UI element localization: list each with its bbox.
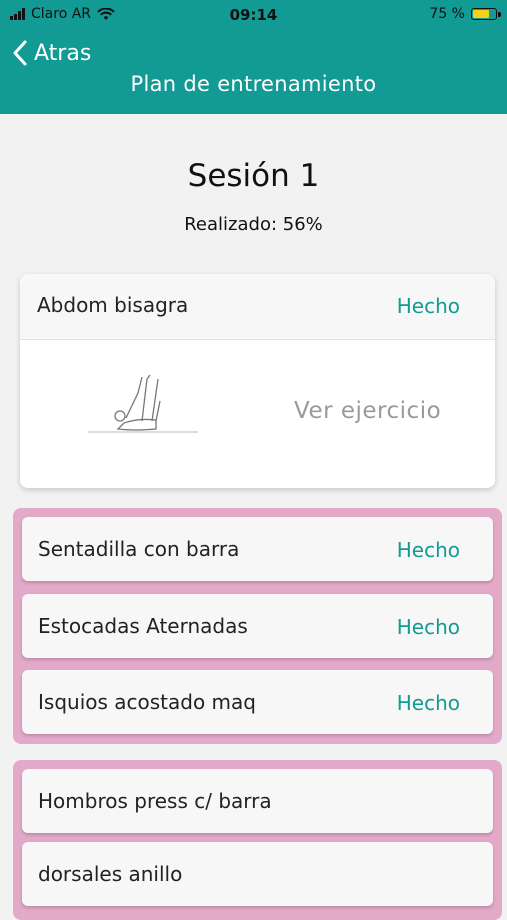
exercise-name: Abdom bisagra: [37, 293, 189, 317]
page-title: Plan de entrenamiento: [130, 72, 377, 96]
progress-label: Realizado: 56%: [184, 214, 323, 235]
done-status: Hecho: [396, 538, 460, 562]
session-title: Sesión 1: [187, 158, 320, 194]
battery-percent: 75 %: [429, 6, 465, 22]
status-right: 75 %: [429, 6, 501, 22]
list-item[interactable]: Hombros press c/ barra: [22, 769, 493, 833]
status-bar: Claro AR 09:14 75 %: [0, 0, 507, 32]
list-item[interactable]: Isquios acostado maq Hecho: [22, 670, 493, 734]
list-item[interactable]: Estocadas Aternadas Hecho: [22, 594, 493, 658]
done-status: Hecho: [396, 294, 460, 318]
exercise-card: Abdom bisagra Hecho Ver ejercicio: [20, 274, 495, 488]
list-item[interactable]: dorsales anillo: [22, 842, 493, 906]
exercise-card-header[interactable]: Abdom bisagra Hecho: [20, 274, 495, 340]
exercise-name: Hombros press c/ barra: [38, 789, 272, 813]
battery-icon: [471, 8, 501, 20]
back-label: Atras: [34, 40, 92, 66]
done-status: Hecho: [396, 615, 460, 639]
exercise-group-1: Sentadilla con barra Hecho Estocadas Ate…: [13, 508, 502, 744]
exercise-name: Estocadas Aternadas: [38, 614, 248, 638]
chevron-left-icon: [13, 40, 27, 66]
back-button[interactable]: Atras: [12, 40, 91, 66]
nav-bar: Atras Plan de entrenamiento: [0, 32, 507, 114]
exercise-group-2: Hombros press c/ barra dorsales anillo: [13, 760, 502, 920]
battery-fill: [473, 10, 489, 18]
list-item[interactable]: Sentadilla con barra Hecho: [22, 517, 493, 581]
exercise-name: Isquios acostado maq: [38, 690, 256, 714]
exercise-name: Sentadilla con barra: [38, 537, 240, 561]
exercise-illustration[interactable]: [86, 371, 201, 437]
done-status: Hecho: [396, 691, 460, 715]
view-exercise-link[interactable]: Ver ejercicio: [294, 398, 441, 424]
exercise-name: dorsales anillo: [38, 862, 183, 886]
